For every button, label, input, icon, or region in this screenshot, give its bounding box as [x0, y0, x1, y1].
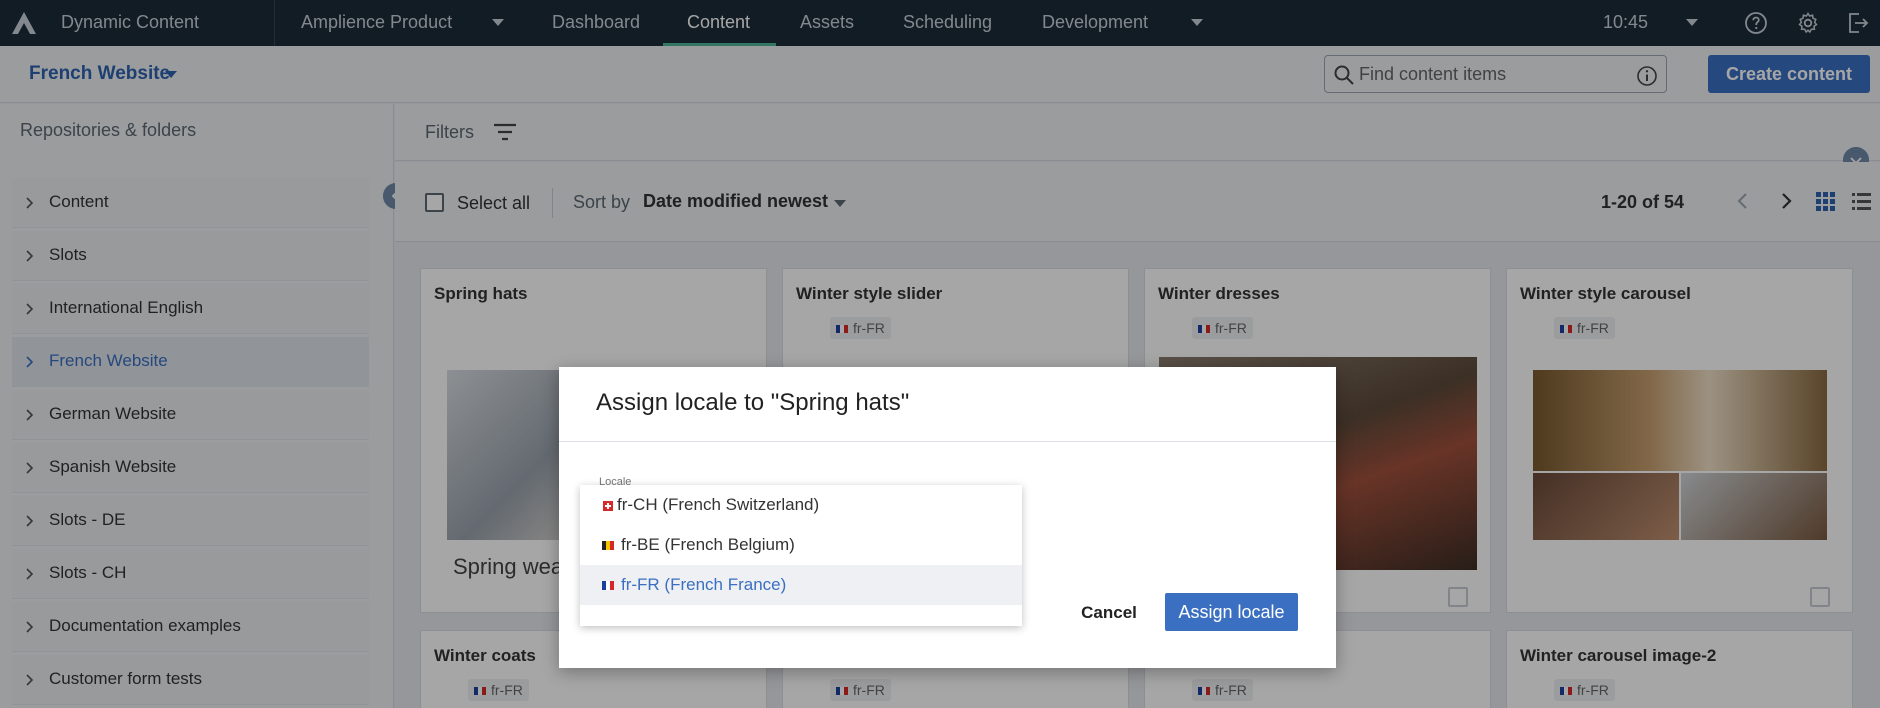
locale-dropdown-menu: fr-CH (French Switzerland) fr-BE (French…	[580, 485, 1022, 626]
locale-option-fr-fr[interactable]: fr-FR (French France)	[580, 565, 1022, 605]
locale-option-label: fr-FR (French France)	[621, 575, 787, 594]
french-flag-icon	[602, 581, 614, 590]
assign-locale-button[interactable]: Assign locale	[1165, 593, 1298, 631]
cancel-button[interactable]: Cancel	[1063, 595, 1155, 631]
locale-option-fr-be[interactable]: fr-BE (French Belgium)	[580, 525, 1022, 565]
belgian-flag-icon	[602, 541, 614, 550]
locale-option-label: fr-BE (French Belgium)	[621, 535, 795, 554]
dialog-title: Assign locale to "Spring hats"	[596, 389, 910, 416]
dialog-divider	[559, 441, 1336, 442]
locale-option-fr-ch[interactable]: fr-CH (French Switzerland)	[580, 485, 1022, 525]
locale-option-label: fr-CH (French Switzerland)	[617, 495, 820, 514]
swiss-flag-icon	[603, 501, 613, 511]
